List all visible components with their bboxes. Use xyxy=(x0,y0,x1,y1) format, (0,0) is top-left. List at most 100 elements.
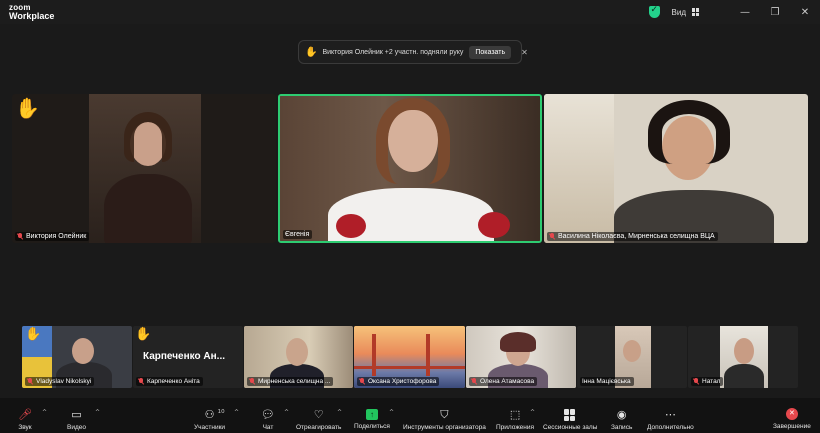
participant-name: Виктория Олейник xyxy=(26,233,87,240)
participant-name-tag: Інна Мацієвська xyxy=(580,377,634,386)
participant-name: Натал xyxy=(702,378,721,385)
muted-mic-icon xyxy=(249,378,255,385)
participant-name: Олена Атамасова xyxy=(480,378,535,385)
strip-tile-2[interactable]: ✋ Карпеченко Ан... Карпеченко Аніта xyxy=(133,326,243,388)
participant-name-tag: Карпеченко Аніта xyxy=(136,377,203,386)
meeting-toolbar: 🎤︎ Звук ^ ▭ Видео ^ ⚇ 10 Участники ^ 💬︎ Ч… xyxy=(0,398,820,433)
apps-icon: ⬚ xyxy=(509,408,521,421)
title-bar: zoom Workplace Вид — ❐ ✕ xyxy=(0,0,820,24)
strip-tile-6[interactable]: Інна Мацієвська xyxy=(577,326,687,388)
participant-face xyxy=(72,338,94,364)
zoom-logo: zoom Workplace xyxy=(9,3,54,21)
shield-icon: ⛉ xyxy=(440,408,449,421)
sweater-heart-right xyxy=(478,212,510,238)
record-icon: ◉ xyxy=(616,408,627,421)
participant-name-tag: Натал xyxy=(691,377,724,386)
react-label: Отреагировать xyxy=(296,424,342,431)
end-meeting-icon: ✕ xyxy=(785,408,798,420)
end-meeting-label: Завершение xyxy=(773,423,811,430)
chat-caret-icon[interactable]: ^ xyxy=(284,409,289,416)
more-button[interactable]: ⋯ Дополнительно xyxy=(647,408,694,431)
participants-icon: ⚇ 10 xyxy=(204,408,225,421)
muted-mic-icon xyxy=(693,378,699,385)
share-button[interactable]: ↑ Поделиться xyxy=(354,408,390,430)
participant-face xyxy=(734,338,754,364)
participant-body xyxy=(104,174,192,243)
grid-view-icon xyxy=(692,8,700,16)
participant-name: Vladyslav Nikolskyi xyxy=(36,378,92,385)
participant-name-tag: Виктория Олейник xyxy=(15,232,90,241)
participant-face xyxy=(286,338,308,366)
breakout-rooms-icon xyxy=(564,409,576,421)
apps-button[interactable]: ⬚ Приложения xyxy=(496,408,534,431)
participant-name: Василина Ніколаєва, Мирненська селищна В… xyxy=(558,233,715,240)
raised-hand-icon: ✋ xyxy=(25,327,42,342)
muted-mic-icon xyxy=(138,378,144,385)
breakout-rooms-button[interactable]: Сессионные залы xyxy=(543,408,597,431)
bridge-tower-left xyxy=(372,334,376,376)
strip-tile-3[interactable]: Мирненська селищна ... xyxy=(244,326,353,388)
muted-mic-icon xyxy=(359,378,365,385)
encryption-shield-icon[interactable] xyxy=(648,5,660,18)
video-label: Видео xyxy=(67,424,86,431)
raised-hand-icon: ✋ xyxy=(15,96,40,120)
participant-name-tag: Vladyslav Nikolskyi xyxy=(25,377,95,386)
participant-name: Мирненська селищна ... xyxy=(258,378,331,385)
participant-name-tag: Мирненська селищна ... xyxy=(247,377,334,386)
strip-tile-4[interactable]: Оксана Христофорова xyxy=(354,326,465,388)
notification-message: Виктория Олейник +2 участн. подняли руку xyxy=(322,48,464,56)
video-caret-icon[interactable]: ^ xyxy=(95,409,100,416)
host-tools-label: Инструменты организатора xyxy=(403,424,486,431)
background-door xyxy=(544,94,614,243)
host-tools-button[interactable]: ⛉ Инструменты организатора xyxy=(403,408,486,431)
restore-button[interactable]: ❐ xyxy=(760,7,790,18)
video-tile-1[interactable]: ✋ Виктория Олейник xyxy=(12,94,276,243)
breakout-rooms-label: Сессионные залы xyxy=(543,424,598,431)
record-label: Запись xyxy=(611,424,633,431)
video-tile-3[interactable]: Василина Ніколаєва, Мирненська селищна В… xyxy=(544,94,808,243)
close-notification-icon[interactable]: ✕ xyxy=(521,48,528,57)
video-tile-active-speaker[interactable]: Євгенія xyxy=(278,94,542,243)
bridge-deck xyxy=(354,366,465,369)
react-caret-icon[interactable]: ^ xyxy=(337,409,342,416)
participant-name-tag: Василина Ніколаєва, Мирненська селищна В… xyxy=(547,232,718,241)
chat-button[interactable]: 💬︎ Чат xyxy=(261,408,275,431)
muted-mic-icon xyxy=(17,233,23,240)
view-button[interactable]: Вид xyxy=(672,8,700,17)
muted-mic-icon xyxy=(27,378,33,385)
muted-mic-icon xyxy=(471,378,477,385)
end-meeting-button[interactable]: ✕ Завершение xyxy=(773,408,811,430)
logo-text-workplace: Workplace xyxy=(9,11,55,21)
participant-hair xyxy=(500,332,536,352)
participants-button[interactable]: ⚇ 10 Участники xyxy=(194,408,225,431)
participant-name: Оксана Христофорова xyxy=(368,378,437,385)
apps-caret-icon[interactable]: ^ xyxy=(530,409,535,416)
strip-tile-7[interactable]: Натал xyxy=(688,326,798,388)
audio-label: Звук xyxy=(18,424,32,431)
raised-hand-icon: ✋ xyxy=(135,327,152,342)
share-label: Поделиться xyxy=(354,423,390,430)
participant-name-tag: Оксана Христофорова xyxy=(357,377,440,386)
raised-hand-icon: ✋ xyxy=(305,46,318,58)
sweater-heart-left xyxy=(336,214,366,238)
view-label: Вид xyxy=(671,7,686,17)
participant-name: Євгенія xyxy=(285,231,310,238)
react-button[interactable]: ♡ Отреагировать xyxy=(296,408,341,431)
participants-caret-icon[interactable]: ^ xyxy=(234,409,239,416)
muted-mic-icon xyxy=(549,233,555,240)
video-button[interactable]: ▭ Видео xyxy=(67,408,86,431)
strip-tile-5[interactable]: Олена Атамасова xyxy=(466,326,576,388)
show-button[interactable]: Показать xyxy=(469,45,512,59)
bridge-tower-right xyxy=(426,334,430,376)
minimize-button[interactable]: — xyxy=(730,7,760,18)
participant-name: Інна Мацієвська xyxy=(582,378,631,385)
strip-tile-1[interactable]: ✋ Vladyslav Nikolskyi xyxy=(22,326,132,388)
participant-display-name: Карпеченко Ан... xyxy=(143,351,226,362)
share-caret-icon[interactable]: ^ xyxy=(389,409,394,416)
apps-label: Приложения xyxy=(496,424,535,431)
audio-button[interactable]: 🎤︎ Звук xyxy=(18,408,32,431)
record-button[interactable]: ◉ Запись xyxy=(611,408,632,431)
audio-caret-icon[interactable]: ^ xyxy=(42,409,47,416)
more-label: Дополнительно xyxy=(647,424,694,431)
close-window-button[interactable]: ✕ xyxy=(790,7,820,18)
